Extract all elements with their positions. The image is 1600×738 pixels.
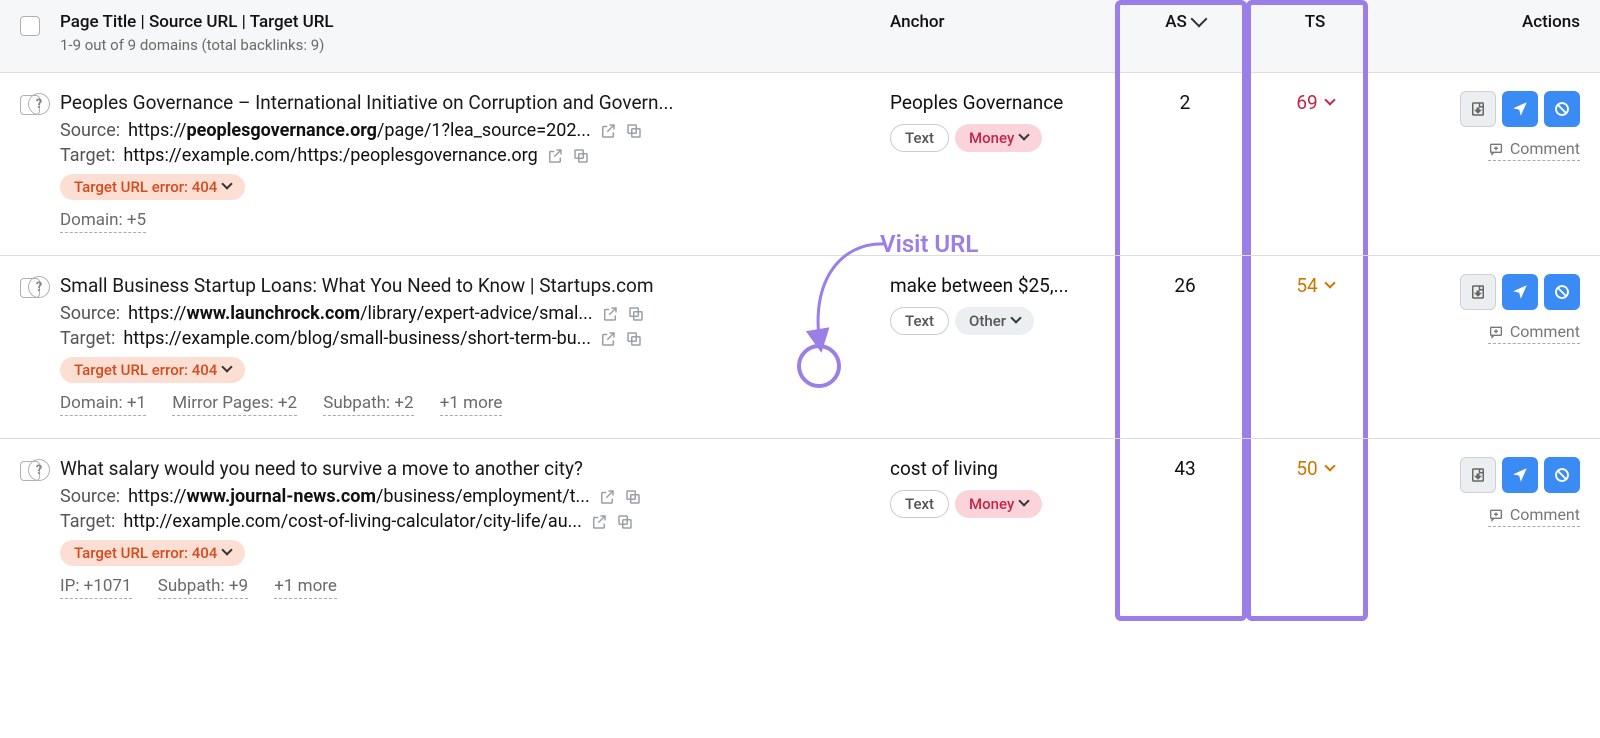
external-link-icon[interactable] [546, 147, 564, 165]
chevron-down-icon [222, 361, 233, 372]
target-url[interactable]: https://example.com/https:/peoplesgovern… [123, 145, 537, 166]
external-link-icon[interactable] [598, 488, 616, 506]
source-label: Source: [60, 120, 120, 141]
anchor-tag-text[interactable]: Text [890, 490, 949, 518]
anchor-tag-money[interactable]: Money [955, 490, 1042, 518]
backlinks-table: Page Title | Source URL | Target URL 1-9… [0, 0, 1600, 621]
block-button[interactable] [1544, 274, 1580, 310]
error-badge[interactable]: Target URL error: 404 [60, 540, 245, 566]
external-link-icon[interactable] [599, 330, 617, 348]
chevron-down-icon [222, 178, 233, 189]
comment-button[interactable]: Comment [1488, 505, 1580, 527]
copy-icon[interactable] [625, 330, 643, 348]
table-row: ? Peoples Governance – International Ini… [0, 73, 1600, 256]
send-button[interactable] [1502, 457, 1538, 493]
meta-item[interactable]: IP: +1071 [60, 576, 132, 599]
anchor-tag-other[interactable]: Other [955, 307, 1034, 335]
meta-item[interactable]: Domain: +1 [60, 393, 146, 416]
export-button[interactable] [1460, 91, 1496, 127]
source-url[interactable]: https://www.journal-news.com/business/em… [128, 486, 590, 507]
header-title-col: Page Title | Source URL | Target URL [60, 12, 890, 32]
export-button[interactable] [1460, 457, 1496, 493]
copy-icon[interactable] [616, 513, 634, 531]
chevron-down-icon [1324, 277, 1335, 288]
meta-item[interactable]: Mirror Pages: +2 [172, 393, 297, 416]
target-label: Target: [60, 145, 115, 166]
block-button[interactable] [1544, 457, 1580, 493]
anchor-text[interactable]: cost of living [890, 457, 1110, 480]
comment-button[interactable]: Comment [1488, 139, 1580, 161]
select-all-checkbox[interactable] [20, 16, 40, 36]
chevron-down-icon [1019, 129, 1030, 140]
copy-icon[interactable] [625, 122, 643, 140]
as-value: 43 [1120, 457, 1250, 480]
table-row: ? What salary would you need to survive … [0, 439, 1600, 621]
page-title-link[interactable]: What salary would you need to survive a … [60, 457, 840, 480]
copy-icon[interactable] [627, 305, 645, 323]
chevron-down-icon [1324, 94, 1335, 105]
external-link-icon[interactable] [590, 513, 608, 531]
source-url[interactable]: https://peoplesgovernance.org/page/1?lea… [128, 120, 591, 141]
ts-value[interactable]: 50 [1250, 457, 1380, 480]
send-button[interactable] [1502, 91, 1538, 127]
header-as-col[interactable]: AS [1120, 12, 1250, 32]
anchor-tag-text[interactable]: Text [890, 124, 949, 152]
meta-item[interactable]: +1 more [440, 393, 503, 416]
as-value: 2 [1120, 91, 1250, 114]
source-label: Source: [60, 486, 120, 507]
page-title-link[interactable]: Small Business Startup Loans: What You N… [60, 274, 840, 297]
chevron-down-icon [1019, 495, 1030, 506]
target-url[interactable]: https://example.com/blog/small-business/… [123, 328, 591, 349]
info-icon[interactable]: ? [28, 93, 50, 115]
info-icon[interactable]: ? [28, 459, 50, 481]
target-label: Target: [60, 511, 115, 532]
chevron-down-icon [1010, 312, 1021, 323]
chevron-down-icon [222, 544, 233, 555]
meta-item[interactable]: Subpath: +2 [323, 393, 413, 416]
meta-item[interactable]: +1 more [274, 576, 337, 599]
ts-value[interactable]: 54 [1250, 274, 1380, 297]
export-button[interactable] [1460, 274, 1496, 310]
copy-icon[interactable] [572, 147, 590, 165]
table-row: ? Small Business Startup Loans: What You… [0, 256, 1600, 439]
external-link-icon[interactable] [599, 122, 617, 140]
source-label: Source: [60, 303, 120, 324]
meta-domain[interactable]: Domain: +5 [60, 210, 146, 233]
copy-icon[interactable] [624, 488, 642, 506]
target-url[interactable]: http://example.com/cost-of-living-calcul… [123, 511, 582, 532]
anchor-tag-money[interactable]: Money [955, 124, 1042, 152]
info-icon[interactable]: ? [28, 276, 50, 298]
header-subtitle: 1-9 out of 9 domains (total backlinks: 9… [60, 36, 890, 54]
anchor-text[interactable]: Peoples Governance [890, 91, 1110, 114]
target-label: Target: [60, 328, 115, 349]
anchor-tag-text[interactable]: Text [890, 307, 949, 335]
table-header: Page Title | Source URL | Target URL 1-9… [0, 0, 1600, 73]
chevron-down-icon [1324, 460, 1335, 471]
page-title-link[interactable]: Peoples Governance – International Initi… [60, 91, 840, 114]
send-button[interactable] [1502, 274, 1538, 310]
external-link-icon[interactable] [601, 305, 619, 323]
meta-item[interactable]: Subpath: +9 [158, 576, 248, 599]
block-button[interactable] [1544, 91, 1580, 127]
source-url[interactable]: https://www.launchrock.com/library/exper… [128, 303, 592, 324]
comment-button[interactable]: Comment [1488, 322, 1580, 344]
error-badge[interactable]: Target URL error: 404 [60, 174, 245, 200]
ts-value[interactable]: 69 [1250, 91, 1380, 114]
header-actions-col: Actions [1380, 12, 1600, 32]
header-ts-col[interactable]: TS [1250, 12, 1380, 32]
sort-caret-icon [1190, 11, 1207, 28]
as-value: 26 [1120, 274, 1250, 297]
anchor-text[interactable]: make between $25,... [890, 274, 1110, 297]
error-badge[interactable]: Target URL error: 404 [60, 357, 245, 383]
header-anchor-col[interactable]: Anchor [890, 12, 1120, 32]
